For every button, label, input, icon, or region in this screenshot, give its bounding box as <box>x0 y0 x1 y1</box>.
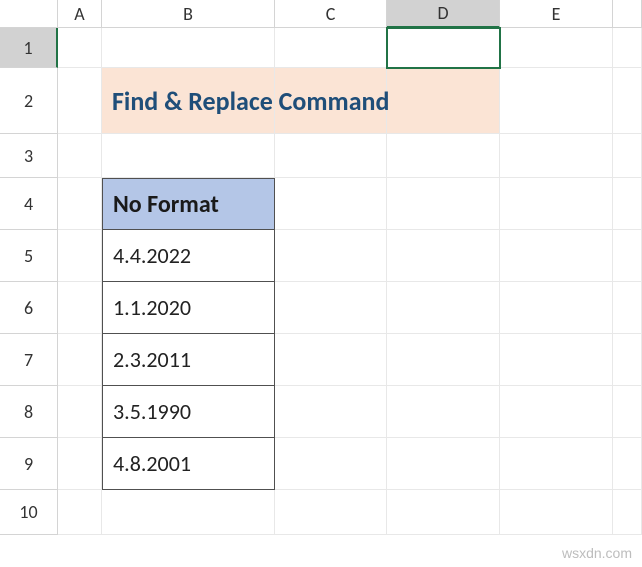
row-header-4[interactable]: 4 <box>0 178 58 230</box>
cell-overflow-9 <box>613 438 642 490</box>
title-text: Find & Replace Command <box>112 85 389 117</box>
cell-E4[interactable] <box>500 178 613 230</box>
cell-A6[interactable] <box>58 282 102 334</box>
cell-overflow-1 <box>613 28 642 68</box>
cell-A10[interactable] <box>58 490 102 535</box>
col-header-C[interactable]: C <box>275 0 387 28</box>
cell-B3[interactable] <box>102 134 275 178</box>
cell-E6[interactable] <box>500 282 613 334</box>
cell-D1[interactable] <box>387 28 500 68</box>
cell-C3[interactable] <box>275 134 387 178</box>
cell-A1[interactable] <box>58 28 102 68</box>
row-header-7[interactable]: 7 <box>0 334 58 386</box>
cell-A5[interactable] <box>58 230 102 282</box>
cell-C4[interactable] <box>275 178 387 230</box>
cell-E8[interactable] <box>500 386 613 438</box>
cell-D6[interactable] <box>387 282 500 334</box>
cell-A9[interactable] <box>58 438 102 490</box>
col-header-overflow <box>613 0 642 28</box>
cell-D3[interactable] <box>387 134 500 178</box>
row-header-6[interactable]: 6 <box>0 282 58 334</box>
cell-D7[interactable] <box>387 334 500 386</box>
row-header-9[interactable]: 9 <box>0 438 58 490</box>
cell-B5[interactable]: 4.4.2022 <box>102 230 275 282</box>
cell-A2[interactable] <box>58 68 102 134</box>
cell-B7[interactable]: 2.3.2011 <box>102 334 275 386</box>
cell-A3[interactable] <box>58 134 102 178</box>
cell-E1[interactable] <box>500 28 613 68</box>
cell-D2[interactable] <box>387 68 500 134</box>
cell-B9[interactable]: 4.8.2001 <box>102 438 275 490</box>
cell-C9[interactable] <box>275 438 387 490</box>
cell-B10[interactable] <box>102 490 275 535</box>
cell-A8[interactable] <box>58 386 102 438</box>
row-header-2[interactable]: 2 <box>0 68 58 134</box>
cell-C5[interactable] <box>275 230 387 282</box>
cell-overflow-7 <box>613 334 642 386</box>
cell-C7[interactable] <box>275 334 387 386</box>
col-header-A[interactable]: A <box>58 0 102 28</box>
cell-overflow-4 <box>613 178 642 230</box>
cell-D10[interactable] <box>387 490 500 535</box>
row-header-5[interactable]: 5 <box>0 230 58 282</box>
cell-A4[interactable] <box>58 178 102 230</box>
cell-D4[interactable] <box>387 178 500 230</box>
cell-D8[interactable] <box>387 386 500 438</box>
watermark: wsxdn.com <box>562 545 632 561</box>
cell-E3[interactable] <box>500 134 613 178</box>
cell-overflow-6 <box>613 282 642 334</box>
cell-B6[interactable]: 1.1.2020 <box>102 282 275 334</box>
row-header-10[interactable]: 10 <box>0 490 58 535</box>
cell-overflow-10 <box>613 490 642 535</box>
cell-C1[interactable] <box>275 28 387 68</box>
cell-overflow-8 <box>613 386 642 438</box>
cell-D5[interactable] <box>387 230 500 282</box>
cell-overflow-2 <box>613 68 642 134</box>
cell-C6[interactable] <box>275 282 387 334</box>
cell-E2[interactable] <box>500 68 613 134</box>
row-header-8[interactable]: 8 <box>0 386 58 438</box>
col-header-D[interactable]: D <box>387 0 500 28</box>
spreadsheet-grid[interactable]: A B C D E 1 2 Find & Replace Command 3 4… <box>0 0 642 535</box>
cell-E10[interactable] <box>500 490 613 535</box>
cell-D9[interactable] <box>387 438 500 490</box>
cell-overflow-3 <box>613 134 642 178</box>
col-header-B[interactable]: B <box>102 0 275 28</box>
cell-E7[interactable] <box>500 334 613 386</box>
cell-C10[interactable] <box>275 490 387 535</box>
cell-B8[interactable]: 3.5.1990 <box>102 386 275 438</box>
cell-B2[interactable]: Find & Replace Command <box>102 68 275 134</box>
cell-C8[interactable] <box>275 386 387 438</box>
table-header-cell[interactable]: No Format <box>102 178 275 230</box>
col-header-E[interactable]: E <box>500 0 613 28</box>
cell-B1[interactable] <box>102 28 275 68</box>
cell-A7[interactable] <box>58 334 102 386</box>
row-header-3[interactable]: 3 <box>0 134 58 178</box>
cell-E9[interactable] <box>500 438 613 490</box>
row-header-1[interactable]: 1 <box>0 28 58 68</box>
select-all-corner[interactable] <box>0 0 58 28</box>
cell-overflow-5 <box>613 230 642 282</box>
cell-E5[interactable] <box>500 230 613 282</box>
